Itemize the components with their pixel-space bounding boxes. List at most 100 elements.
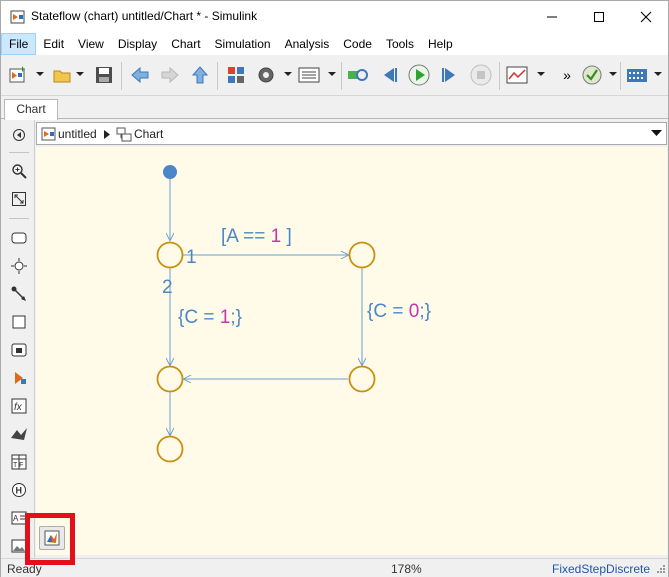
tab-strip: Chart <box>1 97 668 120</box>
subcharted-state-icon <box>15 372 26 384</box>
state-tool[interactable] <box>10 229 28 247</box>
junction-1[interactable] <box>156 241 184 269</box>
menu-view[interactable]: View <box>71 33 111 55</box>
menu-display[interactable]: Display <box>111 33 164 55</box>
fit-view-button[interactable] <box>10 190 28 208</box>
model-settings-button[interactable] <box>255 64 277 86</box>
simulink-function-icon <box>11 343 27 357</box>
close-button[interactable] <box>623 1 669 32</box>
step-forward-button[interactable] <box>438 64 460 86</box>
subcharted-state-tool[interactable] <box>10 369 28 387</box>
step-back-button[interactable] <box>379 64 401 86</box>
menu-tools[interactable]: Tools <box>379 33 421 55</box>
junction-2[interactable] <box>348 241 376 269</box>
svg-text:+: + <box>20 65 25 74</box>
matlab-function-tool[interactable] <box>10 425 28 443</box>
default-transition-tool[interactable] <box>10 285 28 303</box>
solver-link[interactable]: FixedStepDiscrete <box>552 562 650 576</box>
menu-analysis[interactable]: Analysis <box>278 33 337 55</box>
signal-table-button[interactable] <box>626 64 648 86</box>
run-button[interactable] <box>408 64 430 86</box>
truth-table-icon: T F <box>11 454 27 470</box>
open-button[interactable] <box>51 64 73 86</box>
breadcrumb-dropdown-icon[interactable] <box>651 130 662 137</box>
step-back-icon <box>384 68 397 82</box>
save-button[interactable] <box>93 64 115 86</box>
history-junction-icon: H <box>12 483 26 497</box>
history-junction-tool[interactable]: H <box>10 481 28 499</box>
library-browser-button[interactable] <box>225 64 247 86</box>
check-button[interactable] <box>581 64 603 86</box>
new-dropdown-arrow[interactable] <box>36 72 44 76</box>
transition-order-1: 1 <box>186 247 197 268</box>
up-button[interactable] <box>189 64 211 86</box>
junction-tool-icon <box>11 258 27 274</box>
open-dropdown-arrow[interactable] <box>76 72 84 76</box>
minimize-icon <box>547 16 557 17</box>
new-model-icon: + <box>9 65 25 83</box>
junction-3[interactable] <box>156 365 184 393</box>
menu-bar: File Edit View Display Chart Simulation … <box>1 33 668 55</box>
graphical-function-tool[interactable]: fx <box>10 397 28 415</box>
chart-canvas[interactable]: [A == 1 ] 1 2 {C = 1;} {C = 0;} <box>36 147 667 555</box>
highlight-box <box>25 513 75 565</box>
fit-view-icon <box>12 192 26 206</box>
junction-tool[interactable] <box>10 257 28 275</box>
minimize-button[interactable] <box>529 1 575 32</box>
menu-help[interactable]: Help <box>421 33 460 55</box>
zoom-in-button[interactable] <box>10 162 28 180</box>
run-icon <box>408 64 430 86</box>
breadcrumb-chart[interactable]: Chart <box>134 127 163 141</box>
menu-code[interactable]: Code <box>336 33 379 55</box>
collapse-palette-icon <box>13 129 25 141</box>
truth-table-tool[interactable]: T F <box>10 453 28 471</box>
new-model-button[interactable]: + <box>7 64 29 86</box>
label-action-c-1[interactable]: {C = 1;} <box>178 307 242 328</box>
maximize-button[interactable] <box>576 1 622 32</box>
simulink-function-tool[interactable] <box>10 341 28 359</box>
resize-grip-icon[interactable] <box>656 564 666 574</box>
overflow-chevron-icon: » <box>563 67 571 83</box>
toolbar-overflow-button[interactable]: » <box>556 64 578 86</box>
check-icon <box>582 65 602 85</box>
build-button[interactable] <box>347 64 369 86</box>
box-tool[interactable] <box>10 313 28 331</box>
label-action-c-0[interactable]: {C = 0;} <box>367 301 431 322</box>
signal-dropdown-arrow[interactable] <box>654 72 662 76</box>
collapse-palette-button[interactable] <box>10 126 28 144</box>
menu-simulation[interactable]: Simulation <box>208 33 278 55</box>
settings-dropdown-arrow[interactable] <box>284 72 292 76</box>
model-explorer-button[interactable] <box>298 64 320 86</box>
build-icon <box>348 69 368 81</box>
scope-icon <box>506 66 528 84</box>
breadcrumb: untitled Chart <box>36 122 667 145</box>
chart-icon <box>116 127 132 142</box>
tab-chart[interactable]: Chart <box>4 99 58 120</box>
label-condition-a[interactable]: [A == 1 ] <box>221 226 292 247</box>
menu-edit[interactable]: Edit <box>36 33 71 55</box>
open-folder-icon <box>53 70 71 83</box>
check-dropdown-arrow[interactable] <box>609 72 617 76</box>
model-explorer-icon <box>298 67 320 83</box>
stop-button[interactable] <box>470 64 492 86</box>
explorer-dropdown-arrow[interactable] <box>328 72 336 76</box>
close-icon <box>640 11 652 22</box>
object-palette: fx T F H A <box>1 120 35 560</box>
junction-5[interactable] <box>156 435 184 463</box>
zoom-in-icon <box>12 164 27 179</box>
junction-4[interactable] <box>348 365 376 393</box>
default-transition-dot[interactable] <box>163 165 177 179</box>
scope-button[interactable] <box>506 64 528 86</box>
scope-dropdown-arrow[interactable] <box>537 72 545 76</box>
back-button[interactable] <box>129 64 151 86</box>
status-bar: Ready 178% FixedStepDiscrete <box>1 558 668 577</box>
menu-chart[interactable]: Chart <box>164 33 207 55</box>
breadcrumb-model[interactable]: untitled <box>58 127 97 141</box>
save-icon <box>96 67 112 83</box>
breadcrumb-separator-icon <box>104 130 110 139</box>
forward-arrow-icon <box>161 66 179 84</box>
state-tool-icon <box>11 232 27 244</box>
forward-button[interactable] <box>159 64 181 86</box>
graphical-function-icon: fx <box>11 398 27 414</box>
menu-file[interactable]: File <box>1 33 37 55</box>
